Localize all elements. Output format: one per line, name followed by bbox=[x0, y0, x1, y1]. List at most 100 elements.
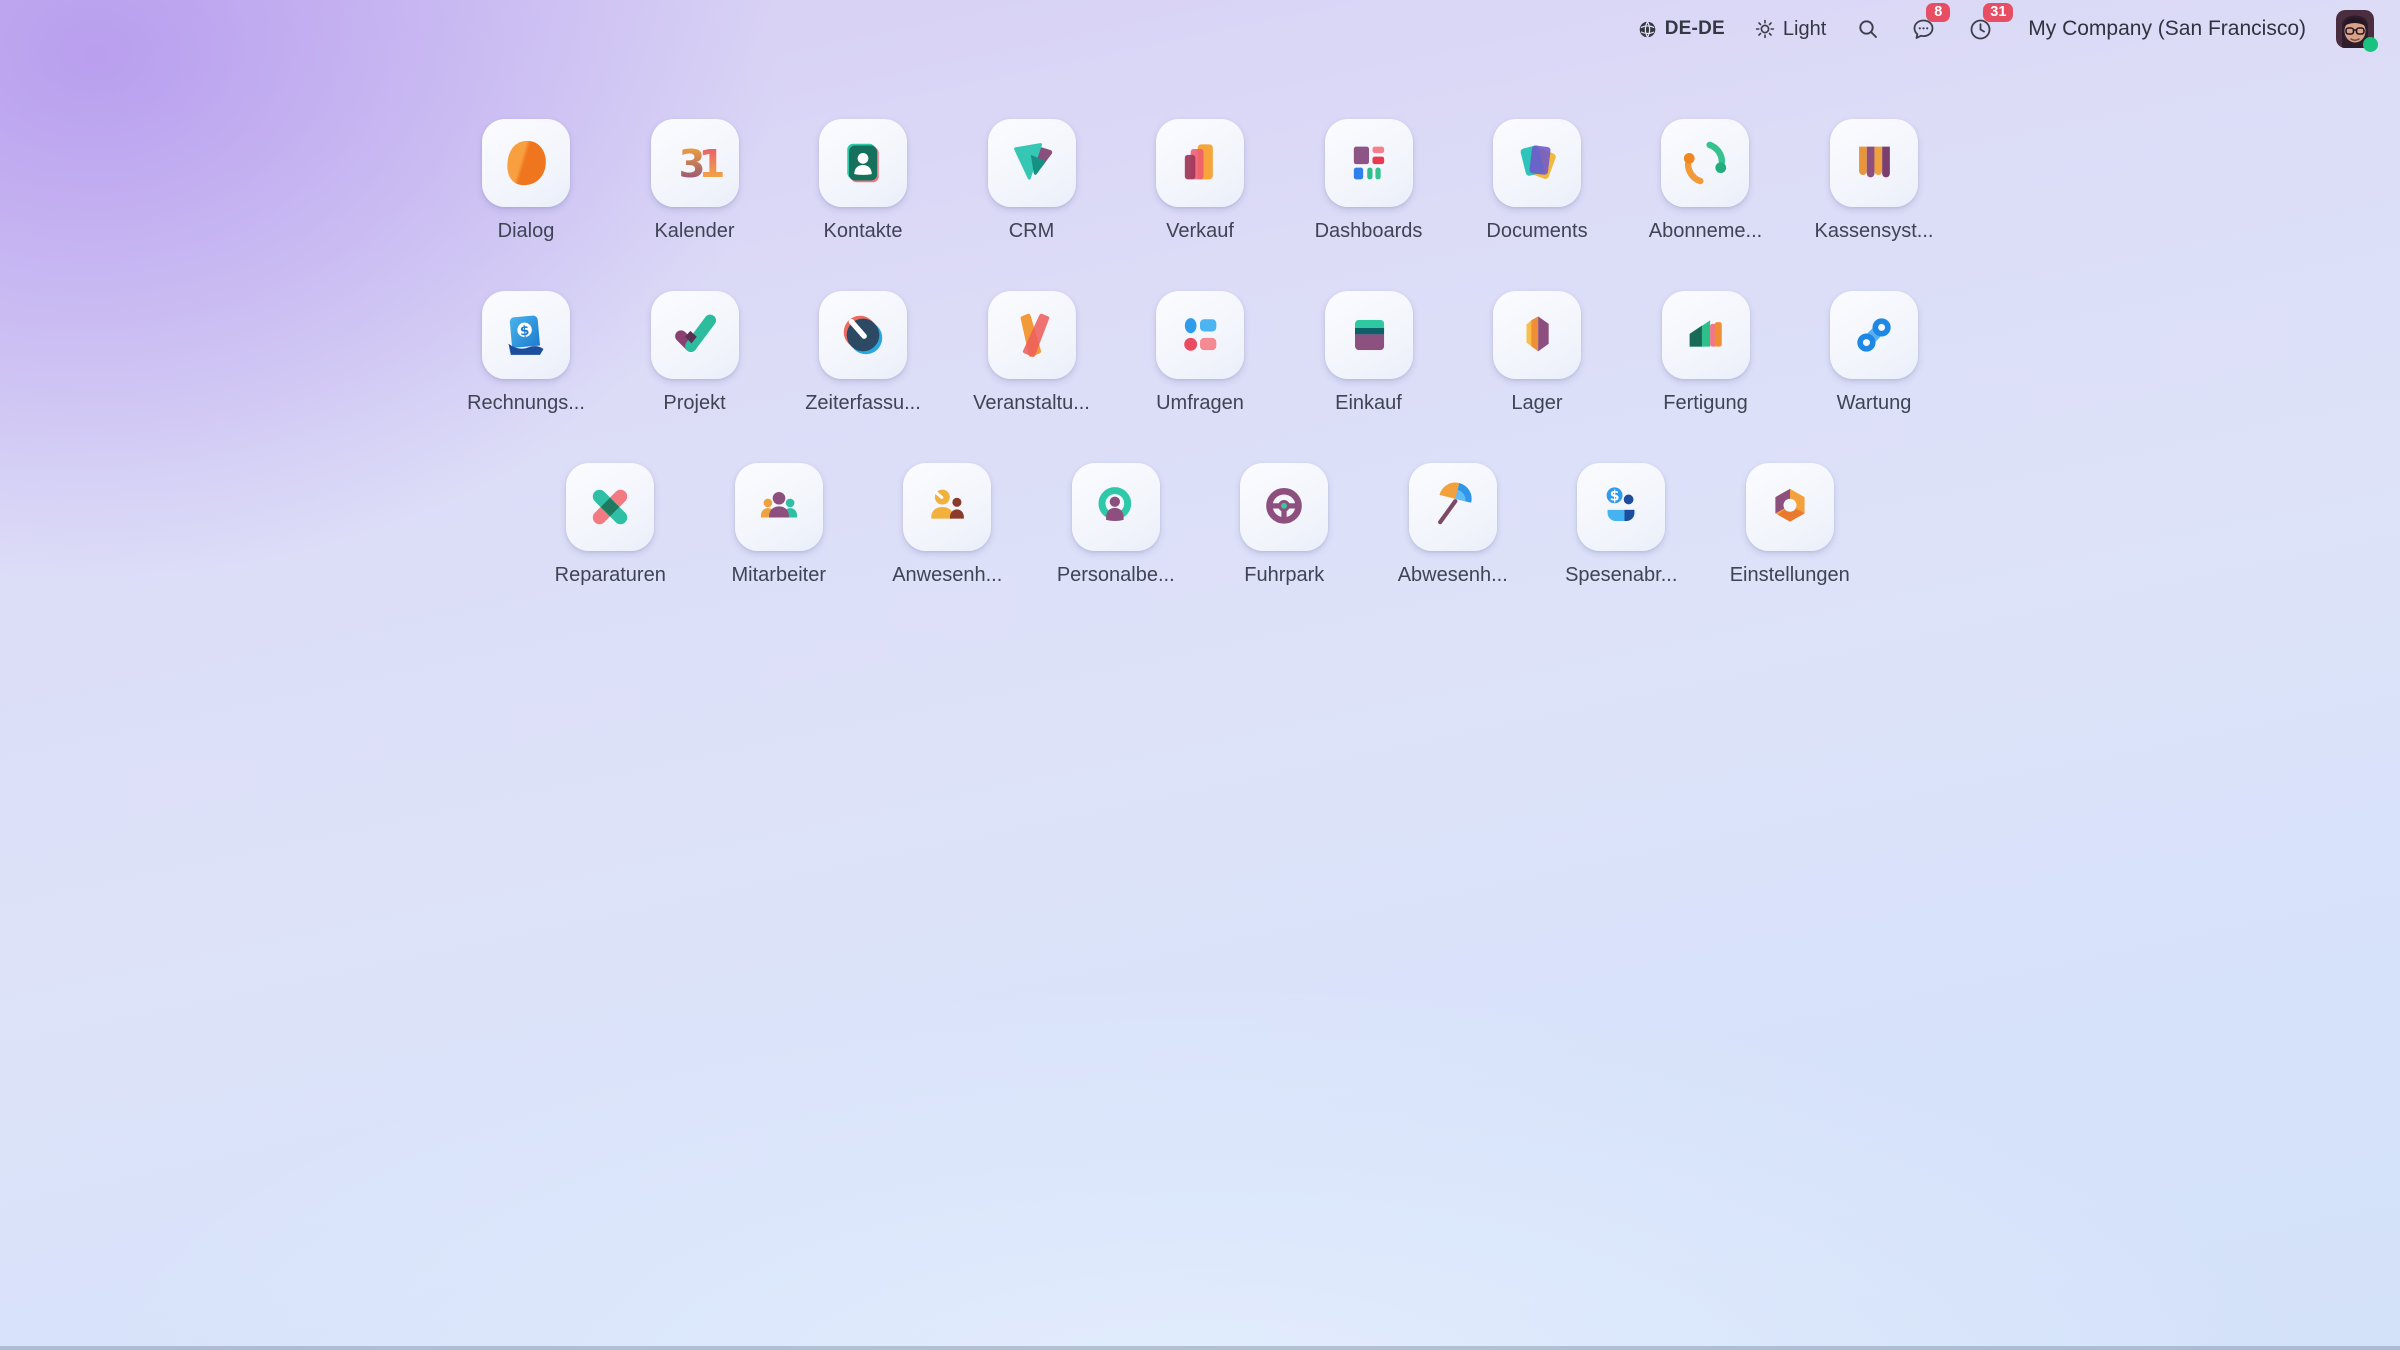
events-icon bbox=[988, 291, 1076, 379]
pos-icon bbox=[1830, 119, 1918, 207]
app-label-purchase: Einkauf bbox=[1335, 392, 1402, 415]
app-grid-row: $ Rechnungs... Projekt Zeiterfassu... Verans… bbox=[0, 291, 2400, 415]
expenses-icon: $ bbox=[1577, 463, 1665, 551]
activities-button[interactable]: 31 bbox=[1967, 16, 1994, 43]
sun-icon bbox=[1755, 19, 1775, 39]
app-grid-cell: Personalbe... bbox=[1032, 463, 1201, 587]
globe-icon bbox=[1638, 20, 1657, 39]
app-contacts[interactable]: Kontakte bbox=[819, 119, 907, 243]
timeoff-icon bbox=[1409, 463, 1497, 551]
app-label-project: Projekt bbox=[663, 392, 725, 415]
app-grid-cell: Fuhrpark bbox=[1200, 463, 1369, 587]
inventory-icon bbox=[1493, 291, 1581, 379]
app-grid-cell: Abonneme... bbox=[1621, 119, 1790, 243]
documents-icon bbox=[1493, 119, 1581, 207]
manufacturing-icon bbox=[1662, 291, 1750, 379]
app-label-documents: Documents bbox=[1486, 220, 1587, 243]
app-label-crm: CRM bbox=[1009, 220, 1055, 243]
app-grid-cell: Einstellungen bbox=[1706, 463, 1875, 587]
app-inventory[interactable]: Lager bbox=[1493, 291, 1581, 415]
bottom-edge-divider bbox=[0, 1346, 2400, 1350]
app-crm[interactable]: CRM bbox=[988, 119, 1076, 243]
repair-icon bbox=[566, 463, 654, 551]
app-grid-cell: Kontakte bbox=[779, 119, 948, 243]
app-label-timesheets: Zeiterfassu... bbox=[805, 392, 921, 415]
svg-text:$: $ bbox=[1610, 488, 1620, 504]
attendance-icon bbox=[903, 463, 991, 551]
app-discuss[interactable]: Dialog bbox=[482, 119, 570, 243]
app-label-repair: Reparaturen bbox=[555, 564, 666, 587]
app-expenses[interactable]: $Spesenabr... bbox=[1565, 463, 1677, 587]
app-documents[interactable]: Documents bbox=[1486, 119, 1587, 243]
app-label-recruitment: Personalbe... bbox=[1057, 564, 1175, 587]
app-settings[interactable]: Einstellungen bbox=[1730, 463, 1850, 587]
app-subscriptions[interactable]: Abonneme... bbox=[1649, 119, 1762, 243]
app-label-attendance: Anwesenh... bbox=[892, 564, 1002, 587]
svg-text:$: $ bbox=[519, 324, 530, 340]
app-grid-cell: Reparaturen bbox=[526, 463, 695, 587]
surveys-icon bbox=[1156, 291, 1244, 379]
app-manufacturing[interactable]: Fertigung bbox=[1662, 291, 1750, 415]
app-employees[interactable]: Mitarbeiter bbox=[732, 463, 826, 587]
language-menu[interactable]: DE-DE bbox=[1638, 18, 1725, 40]
app-label-maintenance: Wartung bbox=[1837, 392, 1912, 415]
app-grid-row: Reparaturen Mitarbeiter Anwesenh... Persona… bbox=[0, 463, 2400, 587]
app-grid-cell: $ Rechnungs... bbox=[442, 291, 611, 415]
app-grid-cell: 31Kalender bbox=[610, 119, 779, 243]
invoicing-icon: $ bbox=[482, 291, 570, 379]
app-label-invoicing: Rechnungs... bbox=[467, 392, 585, 415]
crm-icon bbox=[988, 119, 1076, 207]
app-grid-cell: Verkauf bbox=[1116, 119, 1285, 243]
activities-badge: 31 bbox=[1983, 3, 2013, 23]
top-status-bar: DE-DE Light 8 31 My Company bbox=[0, 0, 2400, 58]
messages-badge: 8 bbox=[1926, 3, 1950, 23]
app-dashboards[interactable]: Dashboards bbox=[1315, 119, 1423, 243]
app-label-timeoff: Abwesenh... bbox=[1398, 564, 1508, 587]
project-icon bbox=[651, 291, 739, 379]
app-maintenance[interactable]: Wartung bbox=[1830, 291, 1918, 415]
app-invoicing[interactable]: $ Rechnungs... bbox=[467, 291, 585, 415]
app-label-pos: Kassensyst... bbox=[1815, 220, 1934, 243]
app-grid-cell: Abwesenh... bbox=[1369, 463, 1538, 587]
app-grid-cell: Documents bbox=[1453, 119, 1622, 243]
search-button[interactable] bbox=[1856, 17, 1880, 41]
app-surveys[interactable]: Umfragen bbox=[1156, 291, 1244, 415]
app-pos[interactable]: Kassensyst... bbox=[1815, 119, 1934, 243]
search-icon bbox=[1856, 17, 1880, 41]
online-status-dot bbox=[2363, 37, 2378, 52]
app-events[interactable]: Veranstaltu... bbox=[973, 291, 1090, 415]
app-timeoff[interactable]: Abwesenh... bbox=[1398, 463, 1508, 587]
user-avatar[interactable] bbox=[2336, 10, 2374, 48]
app-sales[interactable]: Verkauf bbox=[1156, 119, 1244, 243]
language-label: DE-DE bbox=[1665, 18, 1725, 40]
employees-icon bbox=[735, 463, 823, 551]
app-grid-cell: Dashboards bbox=[1284, 119, 1453, 243]
app-label-inventory: Lager bbox=[1511, 392, 1562, 415]
app-recruitment[interactable]: Personalbe... bbox=[1057, 463, 1175, 587]
svg-text:1: 1 bbox=[698, 142, 723, 187]
messages-button[interactable]: 8 bbox=[1910, 16, 1937, 43]
app-grid-cell: Kassensyst... bbox=[1790, 119, 1959, 243]
app-label-discuss: Dialog bbox=[498, 220, 555, 243]
subscriptions-icon bbox=[1661, 119, 1749, 207]
app-grid-cell: Veranstaltu... bbox=[947, 291, 1116, 415]
app-calendar[interactable]: 31Kalender bbox=[651, 119, 739, 243]
app-timesheets[interactable]: Zeiterfassu... bbox=[805, 291, 921, 415]
sales-icon bbox=[1156, 119, 1244, 207]
app-label-subscriptions: Abonneme... bbox=[1649, 220, 1762, 243]
app-attendance[interactable]: Anwesenh... bbox=[892, 463, 1002, 587]
app-project[interactable]: Projekt bbox=[651, 291, 739, 415]
app-fleet[interactable]: Fuhrpark bbox=[1240, 463, 1328, 587]
app-grid: Dialog 31Kalender Kontakte CRM Verkauf Dashbo… bbox=[0, 119, 2400, 635]
app-repair[interactable]: Reparaturen bbox=[555, 463, 666, 587]
app-purchase[interactable]: Einkauf bbox=[1325, 291, 1413, 415]
purchase-icon bbox=[1325, 291, 1413, 379]
company-switcher[interactable]: My Company (San Francisco) bbox=[2028, 17, 2306, 41]
app-grid-cell: Dialog bbox=[442, 119, 611, 243]
app-label-settings: Einstellungen bbox=[1730, 564, 1850, 587]
maintenance-icon bbox=[1830, 291, 1918, 379]
theme-toggle[interactable]: Light bbox=[1755, 18, 1826, 41]
contacts-icon bbox=[819, 119, 907, 207]
dashboards-icon bbox=[1325, 119, 1413, 207]
calendar-icon: 31 bbox=[651, 119, 739, 207]
